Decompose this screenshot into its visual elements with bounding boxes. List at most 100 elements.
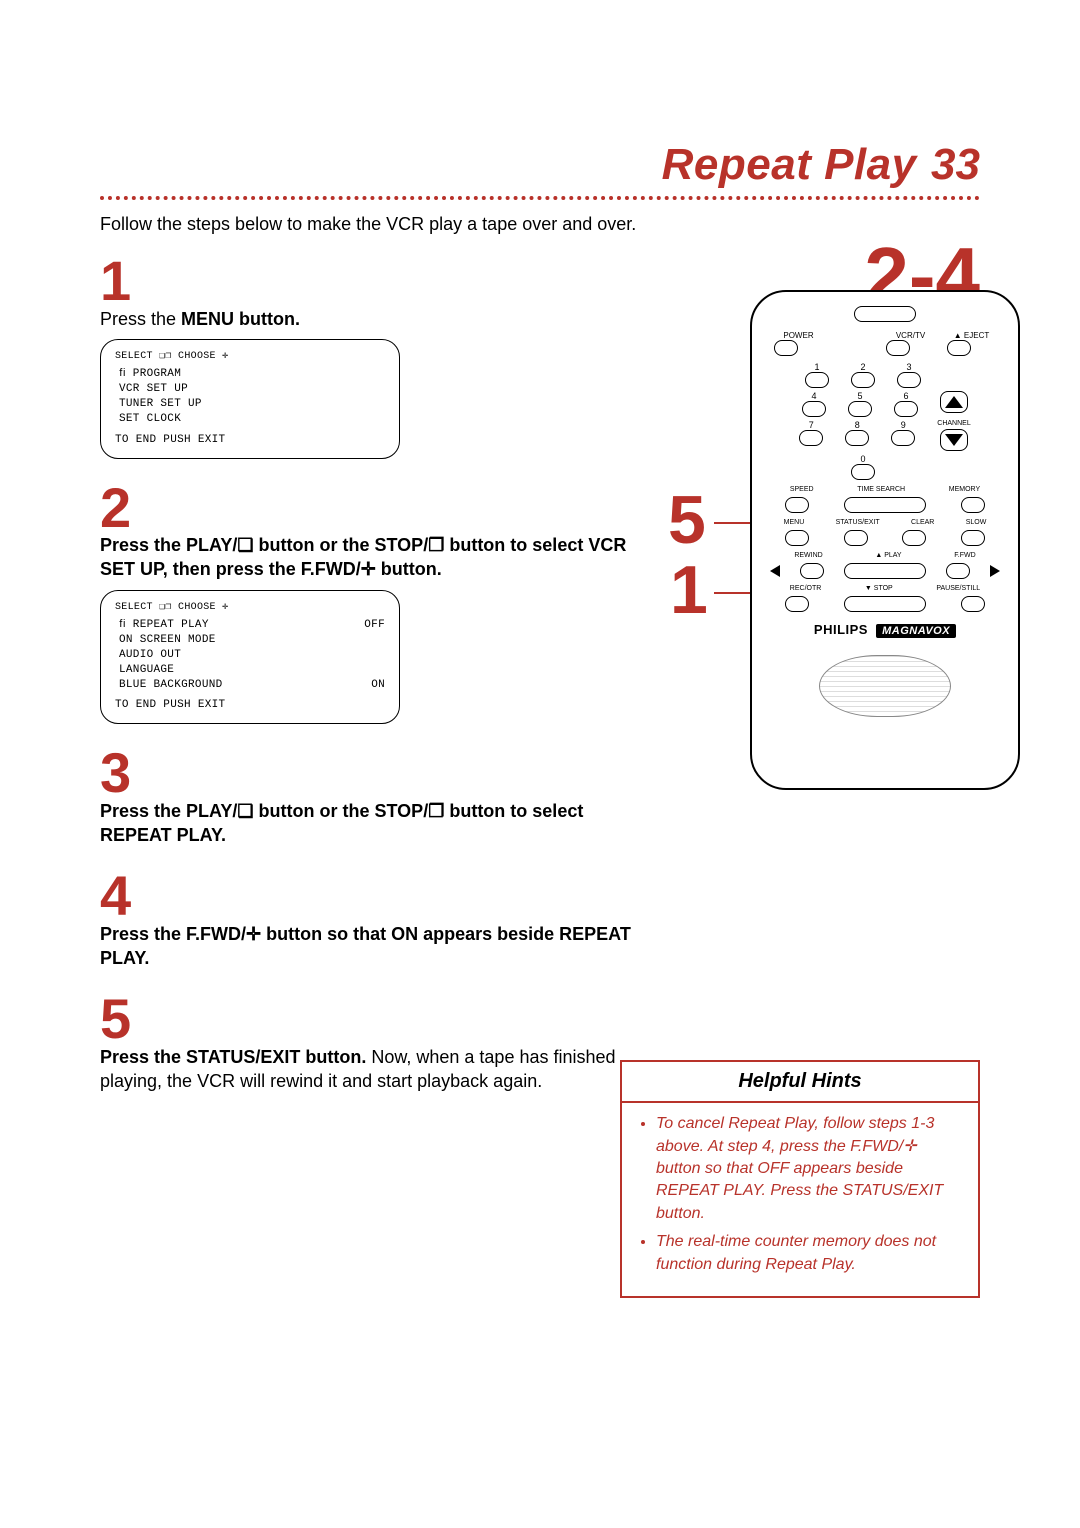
rec-label: REC/OTR	[790, 585, 822, 592]
hint-item: The real-time counter memory does not fu…	[656, 1231, 964, 1276]
digit-label: 2	[860, 362, 865, 372]
content-columns: 1 Press the MENU button. SELECT ❏❐ CHOOS…	[100, 256, 980, 1117]
osd-row-l: AUDIO OUT	[119, 648, 181, 663]
step-text: Press the F.FWD/✛ button so that ON appe…	[100, 922, 640, 971]
digit-button-8[interactable]	[845, 430, 869, 446]
steps-column: 1 Press the MENU button. SELECT ❏❐ CHOOS…	[100, 256, 640, 1117]
eject-label: ▲ EJECT	[947, 332, 997, 340]
step-3: 3 Press the PLAY/❏ button or the STOP/❐ …	[100, 748, 640, 847]
channel-down-icon[interactable]	[945, 434, 963, 446]
menu-button[interactable]	[785, 530, 809, 546]
remote-brand: PHILIPS MAGNAVOX	[768, 622, 1002, 637]
remote-row-labels: REWIND ▲ PLAY F.FWD	[768, 552, 1002, 559]
helpful-hints-body: To cancel Repeat Play, follow steps 1-3 …	[622, 1103, 978, 1296]
slow-button[interactable]	[961, 530, 985, 546]
step-2: 2 Press the PLAY/❏ button or the STOP/❐ …	[100, 483, 640, 725]
remote-row	[768, 530, 1002, 546]
osd-row-l: ﬁ REPEAT PLAY	[119, 618, 209, 633]
digit-row: 4 5 6	[768, 391, 1002, 417]
osd-item: TUNER SET UP	[119, 397, 385, 412]
clear-label: CLEAR	[911, 519, 934, 526]
speed-button[interactable]	[785, 497, 809, 513]
rewind-icon	[770, 565, 780, 577]
digit-label: 6	[903, 391, 908, 401]
remote-row-labels: SPEED TIME SEARCH MEMORY	[768, 486, 1002, 493]
ffwd-label: F.FWD	[954, 552, 975, 559]
stop-button[interactable]	[844, 596, 926, 612]
digit-label: 7	[809, 420, 814, 430]
helpful-hints-box: Helpful Hints To cancel Repeat Play, fol…	[620, 1060, 980, 1298]
ffwd-button[interactable]	[946, 563, 970, 579]
ffwd-icon	[990, 565, 1000, 577]
power-label: POWER	[774, 332, 824, 340]
brand-badge: MAGNAVOX	[876, 624, 956, 638]
power-button[interactable]	[774, 340, 798, 356]
digit-label: 4	[811, 391, 816, 401]
memory-button[interactable]	[961, 497, 985, 513]
rec-button[interactable]	[785, 596, 809, 612]
osd-row: ﬁ REPEAT PLAY OFF	[119, 618, 385, 633]
status-exit-button[interactable]	[844, 530, 868, 546]
remote-row-top: POWER VCR/TV ▲ EJECT	[768, 332, 1002, 356]
remote-row	[768, 596, 1002, 612]
step-1: 1 Press the MENU button. SELECT ❏❐ CHOOS…	[100, 256, 640, 458]
digit-button-6[interactable]	[894, 401, 918, 417]
digit-label: 9	[901, 420, 906, 430]
remote-row	[770, 563, 1000, 579]
digit-button-9[interactable]	[891, 430, 915, 446]
vcrtv-label: VCR/TV	[886, 332, 936, 340]
clear-button[interactable]	[902, 530, 926, 546]
osd-row: AUDIO OUT	[119, 648, 385, 663]
digit-button-0[interactable]	[851, 464, 875, 480]
osd-row-r: OFF	[364, 618, 385, 633]
rewind-label: REWIND	[794, 552, 822, 559]
step-5: 5 Press the STATUS/EXIT button. Now, whe…	[100, 994, 640, 1093]
step-text: Press the MENU button.	[100, 307, 640, 331]
channel-up-icon[interactable]	[945, 396, 963, 408]
osd-row-l: ON SCREEN MODE	[119, 633, 216, 648]
brand-name: PHILIPS	[814, 622, 868, 637]
digit-button-7[interactable]	[799, 430, 823, 446]
osd-item: SET CLOCK	[119, 412, 385, 427]
step-number: 4	[100, 871, 640, 921]
eject-button[interactable]	[947, 340, 971, 356]
digit-button-5[interactable]	[848, 401, 872, 417]
osd-item: VCR SET UP	[119, 382, 385, 397]
tsearch-label: TIME SEARCH	[857, 486, 905, 493]
step-number: 3	[100, 748, 640, 798]
step-number: 1	[100, 256, 640, 306]
vcrtv-button[interactable]	[886, 340, 910, 356]
page: Repeat Play 33 Follow the steps below to…	[0, 0, 1080, 1528]
time-search-button[interactable]	[844, 497, 926, 513]
osd-row: LANGUAGE	[119, 663, 385, 678]
step-text: Press the STATUS/EXIT button. Now, when …	[100, 1045, 640, 1094]
osd-items: ﬁ REPEAT PLAY OFF ON SCREEN MODE AUDIO OU…	[119, 618, 385, 692]
digit-button-3[interactable]	[897, 372, 921, 388]
remote-grille	[819, 655, 951, 717]
status-label: STATUS/EXIT	[836, 519, 880, 526]
osd-footer: TO END PUSH EXIT	[115, 433, 385, 448]
digit-label: 8	[855, 420, 860, 430]
header-rule	[100, 196, 980, 200]
menu-label: MENU	[784, 519, 805, 526]
step-text-prefix: Press the	[100, 309, 181, 329]
pause-label: PAUSE/STILL	[936, 585, 980, 592]
osd-row-l: BLUE BACKGROUND	[119, 678, 223, 693]
digit-row: 0	[768, 454, 1002, 480]
rewind-button[interactable]	[800, 563, 824, 579]
pause-button[interactable]	[961, 596, 985, 612]
play-button[interactable]	[844, 563, 926, 579]
osd-footer: TO END PUSH EXIT	[115, 698, 385, 713]
step-text-bold: MENU button.	[181, 309, 300, 329]
helpful-hints-title: Helpful Hints	[622, 1062, 978, 1103]
play-label: ▲ PLAY	[875, 552, 901, 559]
remote-illustration: POWER VCR/TV ▲ EJECT 1 2 3 4	[750, 290, 1020, 790]
digit-button-1[interactable]	[805, 372, 829, 388]
intro-text: Follow the steps below to make the VCR p…	[100, 212, 660, 236]
digit-button-4[interactable]	[802, 401, 826, 417]
ir-window	[854, 306, 916, 322]
osd-menu-1: SELECT ❏❐ CHOOSE ✛ ﬁ PROGRAM VCR SET UP …	[100, 339, 400, 459]
page-header: Repeat Play 33	[100, 140, 980, 190]
digit-button-2[interactable]	[851, 372, 875, 388]
memory-label: MEMORY	[949, 486, 980, 493]
